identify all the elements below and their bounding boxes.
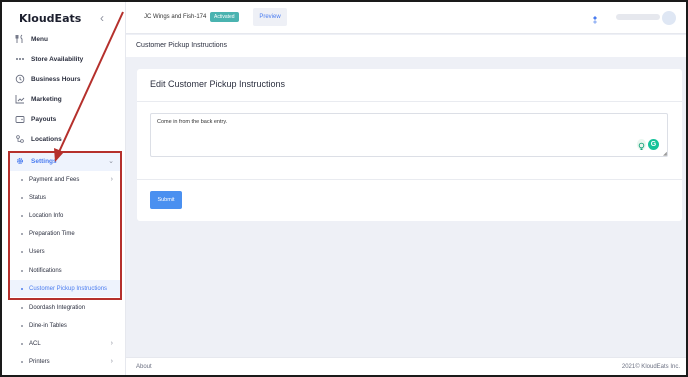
store-name[interactable]: JC Wings and Fish-174 — [144, 14, 206, 20]
sidebar-subitem-label: ACL — [29, 340, 41, 347]
avatar[interactable] — [662, 11, 676, 25]
sidebar-item-payouts[interactable]: Payouts — [2, 109, 125, 129]
map-icon — [14, 133, 26, 145]
bullet-icon — [21, 360, 23, 363]
sidebar-item-label: Marketing — [31, 95, 62, 103]
sidebar-item-label: Menu — [31, 35, 48, 43]
submit-button[interactable]: Submit — [150, 191, 182, 209]
top-bar: JC Wings and Fish-174 Activated Preview — [126, 2, 686, 34]
page-title: Customer Pickup Instructions — [136, 42, 228, 49]
sidebar-item-label: Locations — [31, 135, 62, 143]
page-header: Customer Pickup Instructions — [126, 35, 686, 57]
sidebar-item-label: Business Hours — [31, 75, 81, 83]
divider — [137, 179, 682, 180]
sidebar-subitem-printers[interactable]: Printers › — [2, 353, 120, 370]
wallet-icon — [14, 113, 26, 125]
sidebar-item-marketing[interactable]: Marketing — [2, 89, 125, 109]
sidebar-item-menu[interactable]: Menu — [2, 29, 125, 49]
edit-instructions-card: Edit Customer Pickup Instructions Come i… — [137, 69, 682, 221]
sidebar: KloudEats ‹ Menu Store Availability Busi… — [2, 2, 126, 375]
chevron-right-icon: › — [110, 358, 113, 365]
sidebar-item-business-hours[interactable]: Business Hours — [2, 69, 125, 89]
sidebar-item-label: Store Availability — [31, 55, 84, 63]
annotation-highlight-box — [8, 151, 122, 300]
copyright-text: 2021© KloudEats Inc. — [621, 364, 680, 370]
sidebar-subitem-acl[interactable]: ACL › — [2, 335, 120, 352]
utensils-icon — [14, 33, 26, 45]
apps-icon[interactable] — [590, 12, 600, 24]
chevron-right-icon: › — [110, 340, 113, 347]
collapse-sidebar-icon[interactable]: ‹ — [100, 11, 104, 25]
sidebar-item-label: Payouts — [31, 115, 57, 123]
screenshot-frame: KloudEats ‹ Menu Store Availability Busi… — [0, 0, 688, 377]
lightbulb-icon[interactable] — [637, 139, 646, 150]
user-name-placeholder — [616, 14, 660, 20]
dots-icon — [14, 53, 26, 65]
resize-handle-icon[interactable]: ◢ — [663, 151, 667, 157]
sidebar-item-locations[interactable]: Locations — [2, 129, 125, 149]
grammarly-icon[interactable]: G — [648, 139, 659, 150]
sidebar-subitem-label: Dine-in Tables — [29, 322, 67, 329]
chart-icon — [14, 93, 26, 105]
sidebar-subitem-doordash-integration[interactable]: Doordash Integration — [2, 299, 120, 316]
pickup-instructions-textarea[interactable]: Come in from the back entry. — [150, 113, 668, 157]
bullet-icon — [21, 324, 23, 327]
sidebar-subitem-label: Doordash Integration — [29, 304, 86, 311]
sidebar-subitem-dine-in-tables[interactable]: Dine-in Tables — [2, 317, 120, 334]
about-link[interactable]: About — [136, 364, 152, 370]
bullet-icon — [21, 306, 23, 309]
bullet-icon — [21, 342, 23, 345]
brand-logo: KloudEats — [19, 12, 82, 25]
sidebar-item-store-availability[interactable]: Store Availability — [2, 49, 125, 69]
divider — [137, 101, 682, 102]
preview-button[interactable]: Preview — [253, 8, 287, 26]
card-title: Edit Customer Pickup Instructions — [150, 79, 286, 89]
footer: About 2021© KloudEats Inc. — [126, 357, 686, 375]
status-badge: Activated — [210, 12, 239, 22]
sidebar-subitem-label: Printers — [29, 358, 50, 365]
clock-icon — [14, 73, 26, 85]
